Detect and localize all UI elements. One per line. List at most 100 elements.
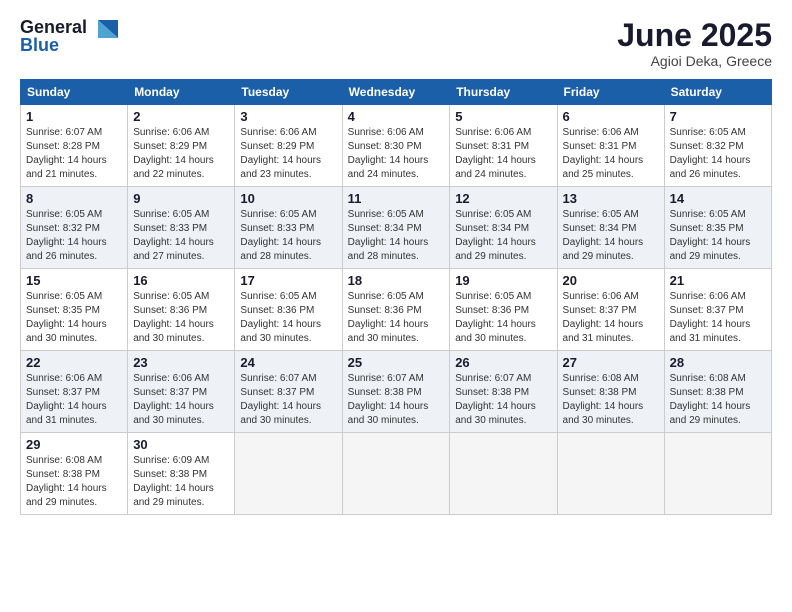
day-info: Sunrise: 6:05 AM Sunset: 8:36 PM Dayligh… [455,290,551,346]
day-number: 26 [455,355,551,370]
calendar-week-row: 22 Sunrise: 6:06 AM Sunset: 8:37 PM Dayl… [21,351,772,433]
day-info: Sunrise: 6:08 AM Sunset: 8:38 PM Dayligh… [563,372,659,428]
day-number: 2 [133,109,229,124]
logo: General Blue [20,18,118,54]
month-title: June 2025 [617,18,772,53]
table-row: 3 Sunrise: 6:06 AM Sunset: 8:29 PM Dayli… [235,105,342,187]
table-row: 1 Sunrise: 6:07 AM Sunset: 8:28 PM Dayli… [21,105,128,187]
table-row: 16 Sunrise: 6:05 AM Sunset: 8:36 PM Dayl… [128,269,235,351]
day-number: 10 [240,191,336,206]
day-info: Sunrise: 6:05 AM Sunset: 8:34 PM Dayligh… [348,208,445,264]
day-number: 3 [240,109,336,124]
table-row: 27 Sunrise: 6:08 AM Sunset: 8:38 PM Dayl… [557,351,664,433]
day-info: Sunrise: 6:05 AM Sunset: 8:32 PM Dayligh… [26,208,122,264]
day-info: Sunrise: 6:06 AM Sunset: 8:37 PM Dayligh… [26,372,122,428]
day-number: 28 [670,355,766,370]
day-info: Sunrise: 6:08 AM Sunset: 8:38 PM Dayligh… [670,372,766,428]
day-info: Sunrise: 6:07 AM Sunset: 8:38 PM Dayligh… [455,372,551,428]
day-number: 20 [563,273,659,288]
day-number: 11 [348,191,445,206]
day-number: 24 [240,355,336,370]
day-info: Sunrise: 6:06 AM Sunset: 8:29 PM Dayligh… [133,126,229,182]
day-number: 27 [563,355,659,370]
table-row: 6 Sunrise: 6:06 AM Sunset: 8:31 PM Dayli… [557,105,664,187]
day-number: 12 [455,191,551,206]
table-row: 4 Sunrise: 6:06 AM Sunset: 8:30 PM Dayli… [342,105,450,187]
day-number: 9 [133,191,229,206]
day-info: Sunrise: 6:05 AM Sunset: 8:36 PM Dayligh… [348,290,445,346]
col-tuesday: Tuesday [235,80,342,105]
table-row: 7 Sunrise: 6:05 AM Sunset: 8:32 PM Dayli… [664,105,771,187]
col-monday: Monday [128,80,235,105]
calendar-week-row: 15 Sunrise: 6:05 AM Sunset: 8:35 PM Dayl… [21,269,772,351]
day-info: Sunrise: 6:08 AM Sunset: 8:38 PM Dayligh… [26,454,122,510]
day-info: Sunrise: 6:05 AM Sunset: 8:36 PM Dayligh… [133,290,229,346]
table-row: 12 Sunrise: 6:05 AM Sunset: 8:34 PM Dayl… [450,187,557,269]
table-row: 22 Sunrise: 6:06 AM Sunset: 8:37 PM Dayl… [21,351,128,433]
title-block: June 2025 Agioi Deka, Greece [617,18,772,69]
col-thursday: Thursday [450,80,557,105]
table-row [664,433,771,515]
day-number: 17 [240,273,336,288]
table-row: 5 Sunrise: 6:06 AM Sunset: 8:31 PM Dayli… [450,105,557,187]
table-row [342,433,450,515]
calendar-header-row: Sunday Monday Tuesday Wednesday Thursday… [21,80,772,105]
table-row: 2 Sunrise: 6:06 AM Sunset: 8:29 PM Dayli… [128,105,235,187]
calendar-week-row: 8 Sunrise: 6:05 AM Sunset: 8:32 PM Dayli… [21,187,772,269]
day-info: Sunrise: 6:07 AM Sunset: 8:28 PM Dayligh… [26,126,122,182]
day-number: 14 [670,191,766,206]
col-sunday: Sunday [21,80,128,105]
table-row: 23 Sunrise: 6:06 AM Sunset: 8:37 PM Dayl… [128,351,235,433]
calendar-table: Sunday Monday Tuesday Wednesday Thursday… [20,79,772,515]
table-row: 25 Sunrise: 6:07 AM Sunset: 8:38 PM Dayl… [342,351,450,433]
day-number: 18 [348,273,445,288]
table-row: 24 Sunrise: 6:07 AM Sunset: 8:37 PM Dayl… [235,351,342,433]
day-info: Sunrise: 6:05 AM Sunset: 8:32 PM Dayligh… [670,126,766,182]
logo-icon [90,16,118,44]
table-row [557,433,664,515]
day-number: 23 [133,355,229,370]
table-row: 13 Sunrise: 6:05 AM Sunset: 8:34 PM Dayl… [557,187,664,269]
page: General Blue June 2025 Agioi Deka, Greec… [0,0,792,612]
table-row: 14 Sunrise: 6:05 AM Sunset: 8:35 PM Dayl… [664,187,771,269]
col-friday: Friday [557,80,664,105]
table-row: 15 Sunrise: 6:05 AM Sunset: 8:35 PM Dayl… [21,269,128,351]
calendar-week-row: 29 Sunrise: 6:08 AM Sunset: 8:38 PM Dayl… [21,433,772,515]
table-row: 18 Sunrise: 6:05 AM Sunset: 8:36 PM Dayl… [342,269,450,351]
col-saturday: Saturday [664,80,771,105]
day-number: 25 [348,355,445,370]
day-info: Sunrise: 6:06 AM Sunset: 8:31 PM Dayligh… [563,126,659,182]
table-row: 30 Sunrise: 6:09 AM Sunset: 8:38 PM Dayl… [128,433,235,515]
logo-text: General Blue [20,18,87,54]
day-info: Sunrise: 6:05 AM Sunset: 8:36 PM Dayligh… [240,290,336,346]
table-row: 17 Sunrise: 6:05 AM Sunset: 8:36 PM Dayl… [235,269,342,351]
table-row [450,433,557,515]
day-info: Sunrise: 6:06 AM Sunset: 8:30 PM Dayligh… [348,126,445,182]
table-row: 21 Sunrise: 6:06 AM Sunset: 8:37 PM Dayl… [664,269,771,351]
day-number: 1 [26,109,122,124]
table-row: 19 Sunrise: 6:05 AM Sunset: 8:36 PM Dayl… [450,269,557,351]
day-info: Sunrise: 6:06 AM Sunset: 8:37 PM Dayligh… [670,290,766,346]
day-info: Sunrise: 6:07 AM Sunset: 8:37 PM Dayligh… [240,372,336,428]
day-number: 4 [348,109,445,124]
table-row: 9 Sunrise: 6:05 AM Sunset: 8:33 PM Dayli… [128,187,235,269]
day-number: 21 [670,273,766,288]
table-row: 11 Sunrise: 6:05 AM Sunset: 8:34 PM Dayl… [342,187,450,269]
day-info: Sunrise: 6:06 AM Sunset: 8:31 PM Dayligh… [455,126,551,182]
day-info: Sunrise: 6:05 AM Sunset: 8:35 PM Dayligh… [670,208,766,264]
table-row: 26 Sunrise: 6:07 AM Sunset: 8:38 PM Dayl… [450,351,557,433]
calendar-week-row: 1 Sunrise: 6:07 AM Sunset: 8:28 PM Dayli… [21,105,772,187]
day-info: Sunrise: 6:06 AM Sunset: 8:29 PM Dayligh… [240,126,336,182]
day-number: 15 [26,273,122,288]
day-number: 6 [563,109,659,124]
location: Agioi Deka, Greece [617,53,772,69]
day-number: 7 [670,109,766,124]
day-number: 22 [26,355,122,370]
table-row: 8 Sunrise: 6:05 AM Sunset: 8:32 PM Dayli… [21,187,128,269]
day-info: Sunrise: 6:05 AM Sunset: 8:33 PM Dayligh… [133,208,229,264]
header: General Blue June 2025 Agioi Deka, Greec… [20,18,772,69]
day-info: Sunrise: 6:05 AM Sunset: 8:34 PM Dayligh… [563,208,659,264]
day-info: Sunrise: 6:07 AM Sunset: 8:38 PM Dayligh… [348,372,445,428]
table-row: 28 Sunrise: 6:08 AM Sunset: 8:38 PM Dayl… [664,351,771,433]
table-row: 20 Sunrise: 6:06 AM Sunset: 8:37 PM Dayl… [557,269,664,351]
